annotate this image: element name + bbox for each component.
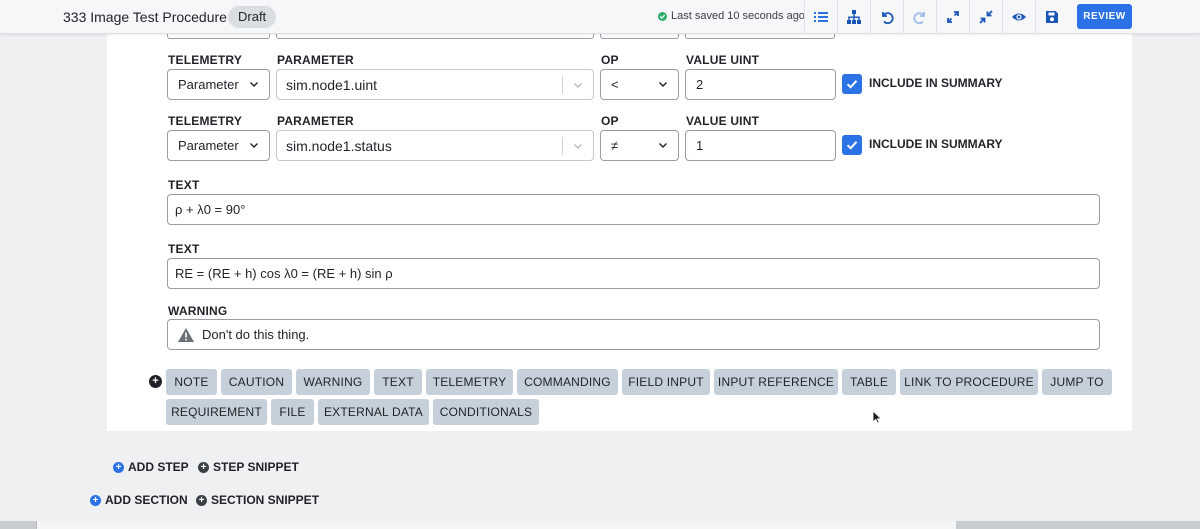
add-step-label: ADD STEP: [128, 460, 189, 474]
parameter-label: PARAMETER: [277, 114, 354, 128]
add-text-chip[interactable]: TEXT: [374, 369, 422, 395]
add-caution-chip[interactable]: CAUTION: [221, 369, 292, 395]
checkmark-icon: [846, 141, 858, 150]
redo-icon[interactable]: [903, 0, 936, 34]
add-input-reference-chip[interactable]: INPUT REFERENCE: [714, 369, 838, 395]
warning-triangle-icon: [178, 327, 194, 342]
parameter-value: sim.node1.status: [286, 137, 392, 154]
text-block-input[interactable]: RE = (RE + h) cos λ0 = (RE + h) sin ρ: [167, 258, 1100, 289]
chevron-down-icon: [250, 143, 258, 148]
telemetry-type-value: Parameter: [178, 138, 239, 153]
plus-circle-icon: +: [198, 461, 209, 473]
list-icon[interactable]: [804, 0, 837, 34]
text-block-label: TEXT: [168, 242, 200, 256]
previous-row-edge: [167, 34, 270, 39]
select-separator: [562, 137, 563, 155]
status-badge: Draft: [228, 6, 277, 28]
add-warning-chip[interactable]: WARNING: [296, 369, 370, 395]
add-field-input-chip[interactable]: FIELD INPUT: [622, 369, 710, 395]
add-file-chip[interactable]: FILE: [271, 399, 314, 425]
add-telemetry-chip[interactable]: TELEMETRY: [426, 369, 513, 395]
value-label: VALUE UINT: [686, 53, 760, 67]
add-link-to-procedure-chip[interactable]: LINK TO PROCEDURE: [900, 369, 1038, 395]
step-snippet-label: STEP SNIPPET: [213, 460, 299, 474]
section-snippet-button[interactable]: + SECTION SNIPPET: [196, 493, 319, 507]
value-input[interactable]: 1: [685, 130, 836, 161]
telemetry-type-value: Parameter: [178, 77, 239, 92]
add-external-data-chip[interactable]: EXTERNAL DATA: [318, 399, 429, 425]
value-input[interactable]: 2: [685, 69, 836, 100]
add-section-button[interactable]: + ADD SECTION: [90, 493, 188, 507]
include-in-summary-label: INCLUDE IN SUMMARY: [869, 137, 1003, 151]
add-step-button[interactable]: + ADD STEP: [113, 460, 189, 474]
add-section-label: ADD SECTION: [105, 493, 188, 507]
previous-row-edge: [276, 34, 594, 39]
add-requirement-chip[interactable]: REQUIREMENT: [166, 399, 267, 425]
select-separator: [562, 76, 563, 94]
undo-icon[interactable]: [870, 0, 903, 34]
save-status: Last saved 10 seconds ago: [658, 10, 805, 22]
background-panel: [36, 521, 956, 529]
expand-icon[interactable]: [936, 0, 969, 34]
warning-text: Don't do this thing.: [202, 327, 310, 342]
check-circle-icon: [658, 11, 667, 21]
plus-circle-icon: +: [113, 461, 124, 473]
chevron-down-icon: [659, 143, 667, 148]
background-window-edge: [0, 521, 1200, 529]
add-conditionals-chip[interactable]: CONDITIONALS: [433, 399, 539, 425]
plus-circle-icon: +: [90, 494, 101, 506]
chevron-down-icon: [250, 82, 258, 87]
procedure-title: 333 Image Test Procedure: [63, 9, 227, 25]
add-content-plus-icon[interactable]: +: [149, 375, 162, 388]
add-jump-to-chip[interactable]: JUMP TO: [1042, 369, 1112, 395]
toolbar: [804, 0, 1068, 34]
parameter-label: PARAMETER: [277, 53, 354, 67]
warning-block-input[interactable]: Don't do this thing.: [167, 319, 1100, 350]
value-label: VALUE UINT: [686, 114, 760, 128]
save-status-text: Last saved 10 seconds ago: [671, 10, 805, 22]
section-snippet-label: SECTION SNIPPET: [211, 493, 320, 507]
op-select[interactable]: ≠: [600, 130, 679, 161]
op-value: ≠: [611, 138, 619, 153]
chevron-down-icon: [574, 144, 582, 149]
op-select[interactable]: <: [600, 69, 679, 100]
chevron-down-icon: [574, 83, 582, 88]
add-note-chip[interactable]: NOTE: [166, 369, 217, 395]
mouse-cursor-icon: [872, 410, 882, 424]
telemetry-label: TELEMETRY: [168, 114, 243, 128]
previous-row-edge: [600, 34, 679, 39]
add-table-chip[interactable]: TABLE: [842, 369, 896, 395]
text-block-label: TEXT: [168, 178, 200, 192]
review-button[interactable]: REVIEW: [1077, 4, 1132, 29]
previous-row-edge: [685, 34, 835, 39]
op-value: <: [611, 77, 619, 92]
top-bar: 333 Image Test Procedure Draft Last save…: [0, 0, 1200, 34]
parameter-select[interactable]: sim.node1.uint: [276, 69, 594, 100]
include-in-summary-checkbox[interactable]: [842, 135, 862, 155]
include-in-summary-checkbox[interactable]: [842, 74, 862, 94]
add-commanding-chip[interactable]: COMMANDING: [517, 369, 618, 395]
warning-block-label: WARNING: [168, 304, 228, 318]
parameter-select[interactable]: sim.node1.status: [276, 130, 594, 161]
save-icon[interactable]: [1035, 0, 1068, 34]
telemetry-label: TELEMETRY: [168, 53, 243, 67]
plus-circle-icon: +: [196, 494, 207, 506]
op-label: OP: [601, 53, 619, 67]
collapse-icon[interactable]: [969, 0, 1002, 34]
hierarchy-icon[interactable]: [837, 0, 870, 34]
telemetry-type-select[interactable]: Parameter: [167, 69, 270, 100]
op-label: OP: [601, 114, 619, 128]
eye-icon[interactable]: [1002, 0, 1035, 34]
telemetry-type-select[interactable]: Parameter: [167, 130, 270, 161]
include-in-summary-label: INCLUDE IN SUMMARY: [869, 76, 1003, 90]
chevron-down-icon: [659, 82, 667, 87]
text-block-input[interactable]: ρ + λ0 = 90°: [167, 194, 1100, 225]
step-snippet-button[interactable]: + STEP SNIPPET: [198, 460, 299, 474]
parameter-value: sim.node1.uint: [286, 76, 378, 93]
checkmark-icon: [846, 80, 858, 89]
